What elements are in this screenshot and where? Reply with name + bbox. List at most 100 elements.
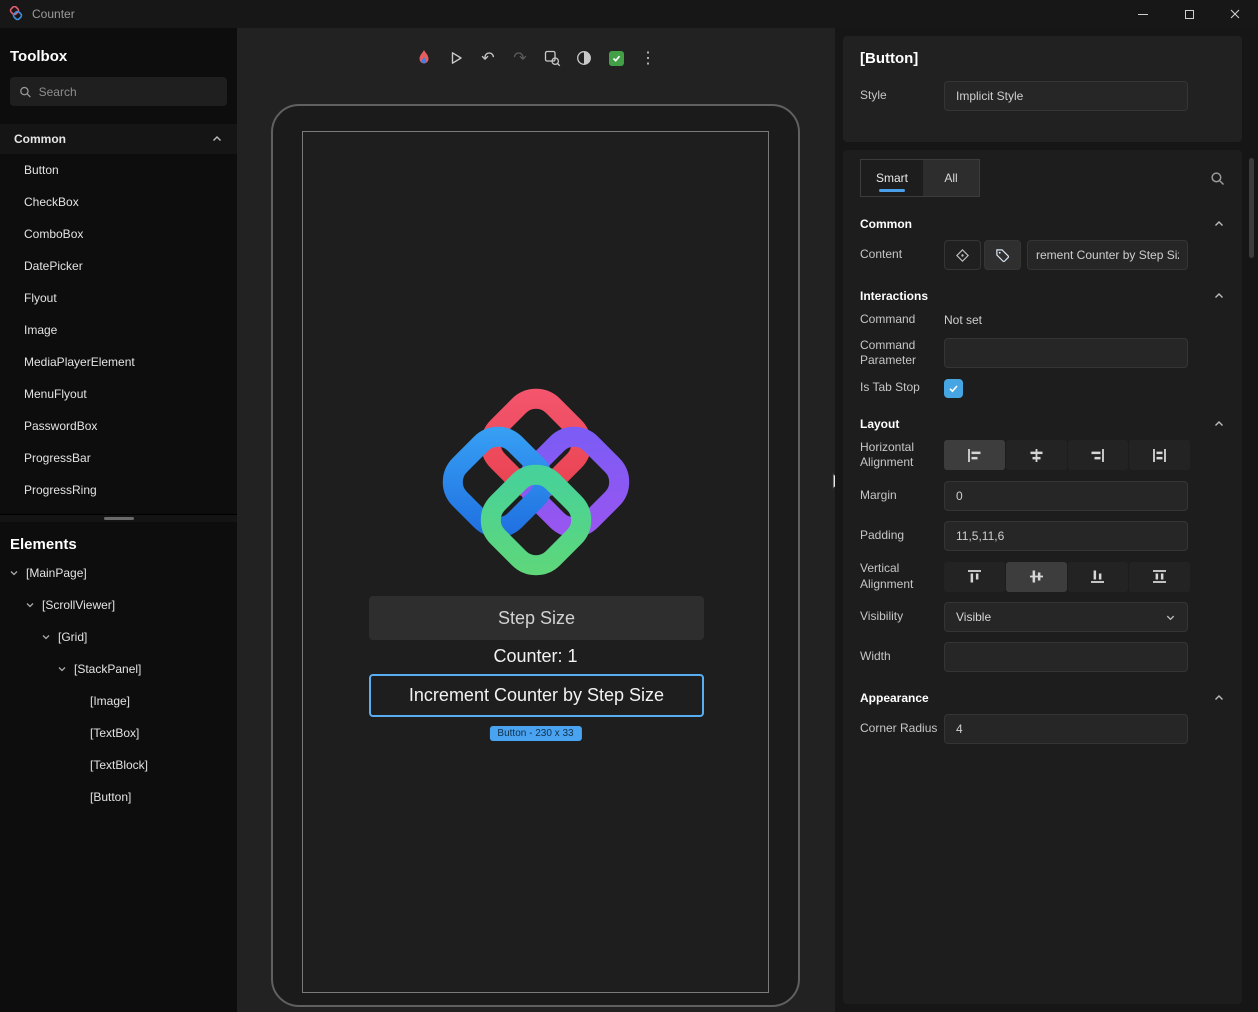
command-label: Command (860, 312, 916, 326)
tree-item-textbox[interactable]: [TextBox] (0, 717, 237, 749)
align-left-button[interactable] (944, 440, 1005, 471)
command-parameter-input[interactable] (944, 338, 1188, 369)
undo-button[interactable]: ↶ (475, 45, 501, 71)
toolbox-search[interactable] (10, 77, 227, 106)
section-header-common[interactable]: Common (860, 210, 1225, 238)
toolbox-item-combobox[interactable]: ComboBox (0, 218, 237, 250)
tree-item-label: [Button] (90, 790, 132, 804)
padding-input[interactable] (944, 520, 1188, 551)
toolbox-item-flyout[interactable]: Flyout (0, 282, 237, 314)
inspect-button[interactable] (539, 45, 565, 71)
corner-radius-row: Corner Radius (860, 714, 1225, 745)
theme-toggle-button[interactable] (571, 45, 597, 71)
close-button[interactable] (1212, 0, 1258, 28)
status-check-button[interactable] (603, 45, 629, 71)
maximize-button[interactable] (1166, 0, 1212, 28)
align-stretch-v-icon (1153, 570, 1167, 583)
tab-smart[interactable]: Smart (861, 160, 923, 196)
align-stretch-h-button[interactable] (1129, 440, 1190, 471)
vertical-alignment-row: Vertical Alignment (860, 561, 1225, 592)
visibility-row: Visibility Visible (860, 602, 1225, 633)
app-logo-icon (9, 6, 23, 21)
binding-mode-button[interactable] (944, 240, 981, 270)
selection-size-badge: Button - 230 x 33 (489, 726, 582, 741)
tree-item-scrollviewer[interactable]: [ScrollViewer] (0, 589, 237, 621)
counter-textblock[interactable]: Counter: 1 (303, 646, 768, 667)
undo-icon: ↶ (481, 50, 495, 67)
visibility-value: Visible (956, 610, 992, 625)
toolbox-section-common[interactable]: Common (0, 124, 237, 154)
toolbox-item-progressbar[interactable]: ProgressBar (0, 442, 237, 474)
tree-item-textblock[interactable]: [TextBlock] (0, 749, 237, 781)
play-button[interactable] (443, 45, 469, 71)
uno-platform-logo[interactable] (426, 372, 646, 592)
canvas-toolbar: ↶ ↷ ⋮ (411, 45, 661, 71)
properties-tabs: Smart All (860, 158, 1225, 198)
section-header-interactions[interactable]: Interactions (860, 282, 1225, 310)
toolbox-item-datepicker[interactable]: DatePicker (0, 250, 237, 282)
sidebar-splitter[interactable] (0, 514, 237, 522)
width-input[interactable] (944, 642, 1188, 673)
design-canvas: ↶ ↷ ⋮ Step Size Counter: 1 Increment Cou… (237, 28, 846, 1012)
chevron-down-icon (56, 664, 68, 674)
tree-item-grid[interactable]: [Grid] (0, 621, 237, 653)
toolbox-item-mediaplayerelement[interactable]: MediaPlayerElement (0, 346, 237, 378)
command-value[interactable]: Not set (944, 313, 982, 327)
align-bottom-button[interactable] (1067, 561, 1129, 592)
section-header-layout[interactable]: Layout (860, 410, 1225, 438)
content-input[interactable] (1027, 240, 1188, 270)
search-icon (20, 86, 31, 97)
align-right-button[interactable] (1067, 440, 1129, 471)
margin-label: Margin (860, 488, 897, 503)
align-top-button[interactable] (944, 561, 1005, 592)
toolbox-item-menuflyout[interactable]: MenuFlyout (0, 378, 237, 410)
toolbox-item-button[interactable]: Button (0, 154, 237, 186)
is-tab-stop-checkbox[interactable] (944, 378, 963, 398)
toolbox-title: Toolbox (10, 48, 68, 65)
selected-element-card: [Button] Style (843, 36, 1242, 142)
visibility-dropdown[interactable]: Visible (944, 602, 1188, 633)
toolbox-section-label: Common (14, 132, 66, 146)
align-stretch-v-button[interactable] (1129, 561, 1190, 592)
toolbox-search-input[interactable] (38, 84, 218, 99)
theme-toggle-icon (577, 51, 591, 65)
align-center-v-button[interactable] (1005, 561, 1067, 592)
corner-radius-input[interactable] (944, 714, 1188, 745)
stepsize-textbox[interactable]: Step Size (369, 596, 704, 640)
properties-search-button[interactable] (1210, 171, 1225, 186)
style-input[interactable] (944, 81, 1188, 111)
tab-group: Smart All (860, 159, 981, 197)
elements-tree: [MainPage] [ScrollViewer] [Grid] [StackP… (0, 557, 237, 813)
redo-button[interactable]: ↷ (507, 45, 533, 71)
chevron-down-icon (40, 632, 52, 642)
elements-title: Elements (10, 536, 77, 553)
tab-all[interactable]: All (923, 160, 980, 196)
selected-element-title: [Button] (860, 50, 919, 67)
toolbox-item-checkbox[interactable]: CheckBox (0, 186, 237, 218)
literal-mode-button[interactable] (984, 240, 1021, 270)
increment-button[interactable]: Increment Counter by Step Size (369, 674, 704, 717)
align-left-icon (967, 448, 981, 462)
chevron-down-icon (24, 600, 36, 610)
align-center-h-icon (1030, 448, 1043, 462)
panel-scrollbar[interactable] (1249, 158, 1254, 258)
toolbox-item-passwordbox[interactable]: PasswordBox (0, 410, 237, 442)
tree-item-stackpanel[interactable]: [StackPanel] (0, 653, 237, 685)
toolbox-item-progressring[interactable]: ProgressRing (0, 474, 237, 506)
is-tab-stop-row: Is Tab Stop (860, 378, 1225, 398)
chevron-up-icon (1213, 218, 1225, 230)
binding-icon (956, 248, 969, 262)
tree-item-image[interactable]: [Image] (0, 685, 237, 717)
inspect-icon (544, 50, 561, 67)
section-header-appearance[interactable]: Appearance (860, 684, 1225, 712)
margin-input[interactable] (944, 480, 1188, 511)
chevron-up-icon (1213, 290, 1225, 302)
hot-design-flame-button[interactable] (411, 45, 437, 71)
tree-item-button[interactable]: [Button] (0, 781, 237, 813)
command-row: Command Not set (860, 312, 1225, 328)
align-center-h-button[interactable] (1005, 440, 1067, 471)
toolbox-item-image[interactable]: Image (0, 314, 237, 346)
minimize-button[interactable] (1120, 0, 1166, 28)
tree-item-mainpage[interactable]: [MainPage] (0, 557, 237, 589)
more-options-button[interactable]: ⋮ (635, 45, 661, 71)
